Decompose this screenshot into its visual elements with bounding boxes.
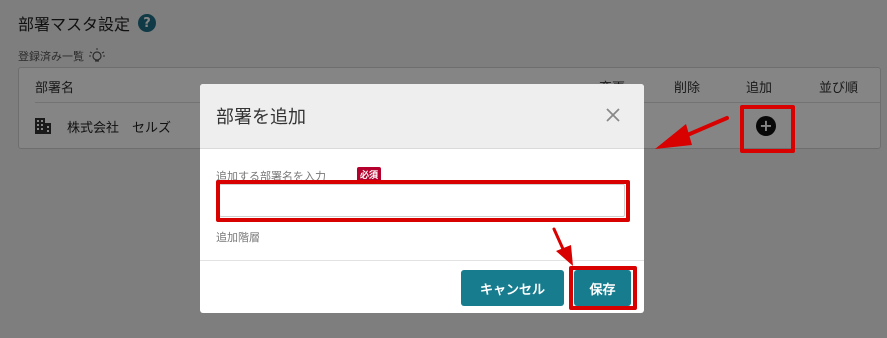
- cancel-button[interactable]: キャンセル: [461, 270, 564, 306]
- add-level-label: 追加階層: [216, 231, 260, 244]
- add-button-highlight: [740, 105, 795, 153]
- modal-footer-divider: [200, 260, 644, 261]
- department-master-page: 部署マスタ設定 ? 登録済み一覧 部署名 変更 削除 追加 並び順: [0, 0, 887, 338]
- close-icon[interactable]: [604, 106, 622, 124]
- modal-header: 部署を追加: [200, 84, 644, 149]
- input-highlight: [216, 180, 630, 222]
- modal-title: 部署を追加: [216, 107, 306, 128]
- save-button-highlight: [569, 266, 637, 310]
